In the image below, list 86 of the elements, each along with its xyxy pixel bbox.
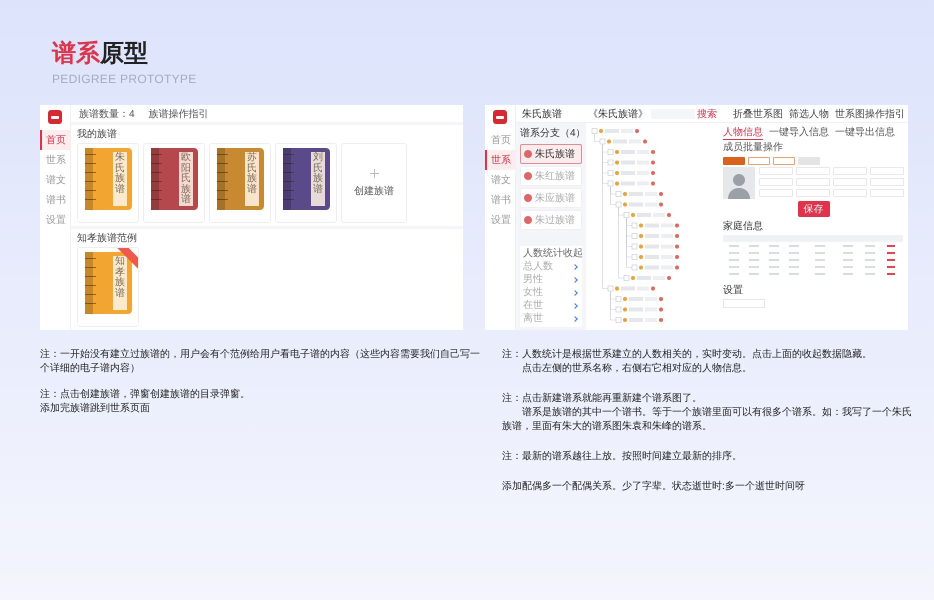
title-text: 原型 bbox=[100, 40, 148, 67]
book-card[interactable]: 刘氏族谱 bbox=[275, 143, 337, 223]
book-card[interactable]: 知孝族谱 bbox=[77, 247, 139, 327]
action-button[interactable] bbox=[773, 157, 795, 165]
create-card[interactable]: 创建族谱 bbox=[341, 143, 407, 223]
tab[interactable]: 人物信息 bbox=[723, 125, 763, 140]
note-text: 注：人数统计是根据世系建立的人数相关的，实时变动。点击上面的收起数据隐藏。 bbox=[502, 348, 873, 362]
sidebar-item[interactable]: 谱文 bbox=[40, 170, 70, 190]
book-card[interactable]: 欧阳氏族谱 bbox=[143, 143, 205, 223]
form-field[interactable] bbox=[796, 167, 830, 175]
sidebar-item[interactable]: 世系 bbox=[40, 150, 70, 170]
collapse-link[interactable]: 收起 bbox=[563, 248, 583, 260]
chevron-icon[interactable] bbox=[572, 303, 578, 309]
stats-label: 总人数 bbox=[523, 261, 553, 273]
chevron-icon[interactable] bbox=[572, 316, 578, 322]
branch-item[interactable]: 朱过族谱 bbox=[520, 210, 582, 230]
book-title: 欧阳氏族谱 bbox=[181, 153, 191, 206]
toolbar-link[interactable]: 族谱操作指引 bbox=[148, 106, 209, 120]
sidebar-item[interactable]: 首页 bbox=[485, 130, 515, 150]
app-logo bbox=[48, 110, 62, 124]
book-title: 苏氏族谱 bbox=[247, 153, 257, 195]
form-field[interactable] bbox=[796, 189, 830, 197]
tab[interactable]: 一键导入信息 bbox=[769, 125, 829, 140]
chevron-icon[interactable] bbox=[572, 290, 578, 296]
form-field[interactable] bbox=[833, 178, 867, 186]
form-field[interactable] bbox=[833, 189, 867, 197]
chevron-icon[interactable] bbox=[572, 277, 578, 283]
toolbar-link[interactable]: 世系图操作指引 bbox=[835, 106, 905, 120]
note-text: 点击左侧的世系名称，右侧右它相对应的人物信息。 bbox=[521, 362, 753, 376]
book-title: 朱氏族谱 bbox=[115, 153, 125, 195]
note-text: 注：点击新建谱系就能再重新建个谱系图了。 bbox=[502, 392, 703, 406]
section-title: 我的族谱 bbox=[77, 128, 118, 141]
dropdown-field[interactable] bbox=[723, 299, 765, 308]
note-text: 注：点击创建族谱，弹窗创建族谱的目录弹窗。 bbox=[40, 388, 251, 402]
book-card[interactable]: 苏氏族谱 bbox=[209, 143, 271, 223]
stats-title: 人数统计 bbox=[523, 248, 563, 260]
section-title: 知孝族谱范例 bbox=[77, 232, 138, 245]
sidebar-item[interactable]: 谱文 bbox=[485, 170, 515, 190]
toolbar-link[interactable]: 族谱数量：4 bbox=[79, 106, 135, 120]
book-title: 刘氏族谱 bbox=[313, 153, 323, 195]
toolbar-link[interactable]: 筛选人物 bbox=[789, 106, 829, 120]
branches-title: 谱系分支（4） bbox=[520, 126, 582, 140]
form-field[interactable] bbox=[870, 167, 904, 175]
section-title: 家庭信息 bbox=[723, 220, 764, 233]
book-card[interactable]: 朱氏族谱 bbox=[77, 143, 139, 223]
sidebar-item[interactable]: 设置 bbox=[40, 210, 70, 230]
branch-item[interactable]: 朱红族谱 bbox=[520, 166, 582, 186]
form-field[interactable] bbox=[759, 167, 793, 175]
avatar-placeholder bbox=[723, 167, 755, 199]
note-text: 注：一开始没有建立过族谱的，用户会有个范例给用户看电子谱的内容（这些内容需要我们自己写一个详细的电子谱内容） bbox=[40, 348, 480, 376]
note-text: 谱系是族谱的其中一个谱书。等于一个族谱里面可以有很多个谱系。如：我写了一个朱氏族谱，里面有朱大的谱系图朱袁和朱峰的谱系。 bbox=[502, 406, 912, 434]
form-field[interactable] bbox=[870, 189, 904, 197]
sidebar-item[interactable]: 首页 bbox=[40, 130, 70, 150]
book-title: 知孝族谱 bbox=[115, 257, 125, 299]
sidebar-item[interactable]: 世系 bbox=[485, 150, 515, 170]
section-title: 设置 bbox=[723, 284, 744, 297]
form-field[interactable] bbox=[759, 178, 793, 186]
app-logo bbox=[493, 110, 507, 124]
tab[interactable]: 一键导出信息 bbox=[835, 125, 895, 140]
title-accent: 谱系 bbox=[52, 40, 100, 67]
sidebar-item[interactable]: 谱书 bbox=[485, 190, 515, 210]
stats-label: 女性 bbox=[523, 287, 543, 299]
action-button[interactable] bbox=[723, 157, 745, 165]
form-field[interactable] bbox=[833, 167, 867, 175]
sidebar-item[interactable]: 谱书 bbox=[40, 190, 70, 210]
form-field[interactable] bbox=[870, 178, 904, 186]
search-button[interactable]: 搜索 bbox=[695, 106, 719, 120]
note-text: 注：最新的谱系越往上放。按照时间建立最新的排序。 bbox=[502, 450, 743, 464]
tab[interactable]: 成员批量操作 bbox=[723, 140, 783, 155]
toolbar-link[interactable]: 折叠世系图 bbox=[733, 106, 783, 120]
form-field[interactable] bbox=[759, 189, 793, 197]
sidebar-item[interactable]: 设置 bbox=[485, 210, 515, 230]
tree-title: 《朱氏族谱》 bbox=[588, 108, 648, 120]
stats-label: 离世 bbox=[523, 313, 543, 325]
chevron-icon[interactable] bbox=[572, 264, 578, 270]
branch-item[interactable]: 朱氏族谱 bbox=[520, 144, 582, 164]
note-text: 添加配偶多一个配偶关系。少了字辈。状态逝世时:多一个逝世时间呀 bbox=[502, 480, 806, 494]
action-button[interactable] bbox=[748, 157, 770, 165]
branch-item[interactable]: 朱应族谱 bbox=[520, 188, 582, 208]
stats-label: 在世 bbox=[523, 300, 543, 312]
family-title: 朱氏族谱 bbox=[521, 108, 563, 120]
save-button[interactable]: 保存 bbox=[798, 201, 830, 217]
stats-label: 男性 bbox=[523, 274, 543, 286]
subtitle: PEDIGREE PROTOTYPE bbox=[52, 72, 198, 86]
form-field[interactable] bbox=[796, 178, 830, 186]
note-text: 添加完族谱跳到世系页面 bbox=[40, 402, 151, 416]
